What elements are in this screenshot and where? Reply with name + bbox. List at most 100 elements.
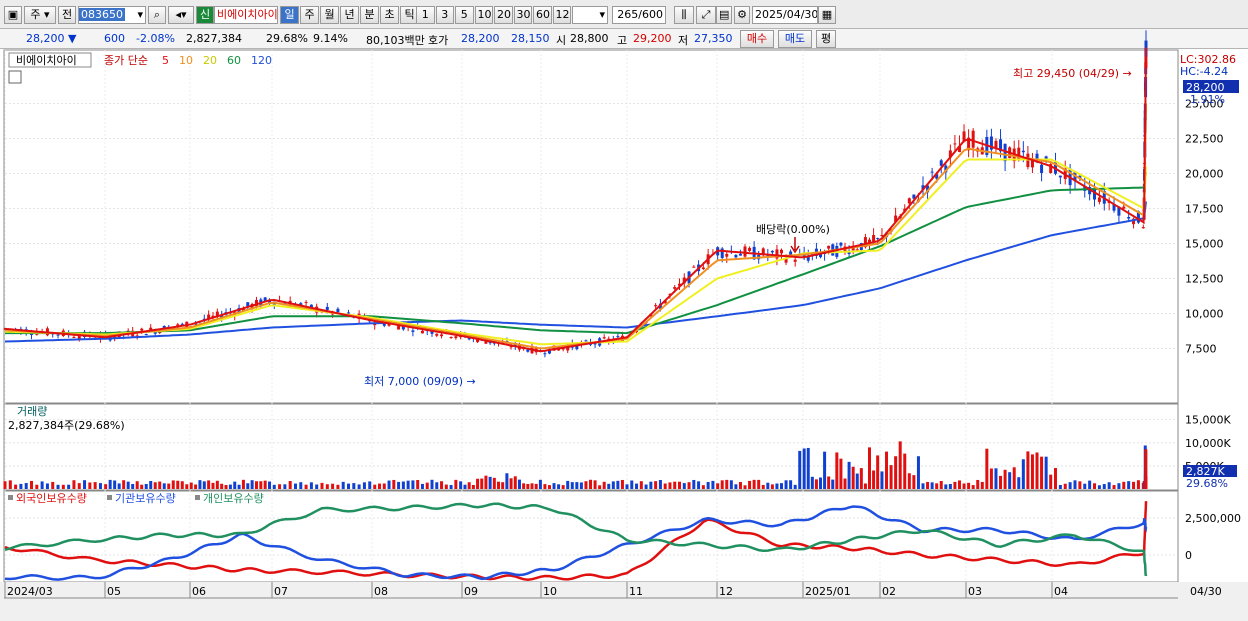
volume-bar (241, 479, 245, 489)
candle-body (673, 287, 677, 289)
volume-bar (411, 480, 415, 489)
volume-bar (373, 484, 377, 489)
volume-bar (180, 481, 184, 489)
volume-bar (775, 483, 779, 489)
legend-ma-10: 10 (179, 54, 193, 67)
volume-bar (547, 485, 551, 489)
volume-bar (757, 479, 761, 489)
volume-bar (505, 473, 509, 489)
volume-bar (602, 481, 606, 489)
volume-bar (72, 480, 76, 489)
volume-bar (215, 480, 219, 489)
volume-bar (113, 480, 117, 489)
candle-body (907, 198, 911, 204)
volume-bar (907, 473, 911, 489)
volume-bar (254, 481, 258, 489)
volume-bar (207, 480, 211, 489)
volume-bar (916, 456, 920, 489)
volume-bar (880, 471, 884, 489)
volume-bar (589, 479, 593, 489)
volume-bar (1035, 452, 1039, 489)
stock-chart: 25,00022,50020,00017,50015,00012,50010,0… (0, 30, 1248, 621)
volume-bar (237, 484, 241, 489)
volume-bar (517, 479, 521, 489)
x-tick-label: 11 (629, 585, 643, 598)
volume-bar (1117, 483, 1121, 489)
volume-bar (976, 479, 980, 489)
volume-bar (885, 451, 889, 489)
candle-body (734, 254, 738, 258)
holding-tick-label: 2,500,000 (1185, 512, 1241, 525)
legend-title: 종가 단순 (104, 54, 148, 67)
candle-body (454, 336, 458, 339)
candle-body (56, 334, 60, 336)
candle-body (435, 333, 439, 336)
volume-bar (784, 480, 788, 489)
volume-bar (61, 484, 65, 489)
candle-body (336, 308, 340, 313)
volume-bar (827, 476, 831, 489)
volume-bar (912, 475, 916, 489)
volume-bar (584, 481, 588, 489)
volume-bar (387, 480, 391, 489)
holding-legend-marker (8, 495, 13, 500)
volume-bar (83, 480, 87, 489)
holding-legend-1: 기관보유수량 (115, 492, 176, 505)
candle-body (140, 328, 144, 331)
x-tick-label: 06 (192, 585, 206, 598)
volume-bar (789, 480, 793, 489)
volume-bar (382, 483, 386, 489)
volume-bar (806, 447, 810, 489)
volume-bar (1017, 477, 1021, 489)
volume-bar (131, 483, 135, 489)
volume-bar (416, 479, 420, 489)
volume-bar (835, 452, 839, 489)
candle-body (971, 130, 975, 148)
volume-bar (341, 481, 345, 489)
volume-bar (748, 480, 752, 489)
candle-body (420, 330, 424, 334)
volume-bar (1073, 480, 1077, 489)
candle-body (725, 253, 729, 257)
volume-bar (552, 483, 556, 489)
volume-bar (430, 479, 434, 489)
volume-bar (51, 481, 55, 489)
volume-bar (543, 484, 547, 489)
volume-bar (935, 483, 939, 489)
volume-bar (194, 484, 198, 489)
volume-bar (989, 468, 993, 489)
x-tick-label: 05 (107, 585, 121, 598)
volume-bar (98, 483, 102, 489)
volume-bar (476, 478, 480, 489)
volume-bar (798, 450, 802, 489)
volume-bar (534, 483, 538, 489)
x-tick-label: 09 (464, 585, 478, 598)
candle-body (1141, 227, 1145, 229)
volume-bar (336, 484, 340, 489)
volume-bar (513, 476, 517, 489)
candle-body (743, 246, 747, 257)
volume-bar (1102, 484, 1106, 489)
volume-last-pct: 29.68% (1186, 477, 1228, 490)
candle-body (1044, 156, 1048, 159)
price-tick-label: 7,500 (1185, 343, 1217, 356)
volume-bar (810, 476, 814, 489)
volume-bar (658, 479, 662, 489)
volume-bar (855, 473, 859, 489)
legend-ma-5: 5 (162, 54, 169, 67)
candle-body (584, 340, 588, 342)
volume-bar (894, 456, 898, 489)
candle-body (939, 160, 943, 166)
volume-bar (725, 479, 729, 489)
volume-bar (734, 484, 738, 489)
holding-legend-0: 외국인보유수량 (16, 492, 87, 505)
x-tick-label: 07 (274, 585, 288, 598)
volume-bar (250, 480, 254, 489)
holding-legend-2: 개인보유수량 (203, 492, 264, 505)
candle-body (1127, 216, 1131, 219)
volume-bar (1144, 475, 1148, 489)
candle-body (701, 267, 705, 270)
volume-bar (668, 482, 672, 489)
volume-bar (463, 484, 467, 489)
candle-body (602, 337, 606, 339)
